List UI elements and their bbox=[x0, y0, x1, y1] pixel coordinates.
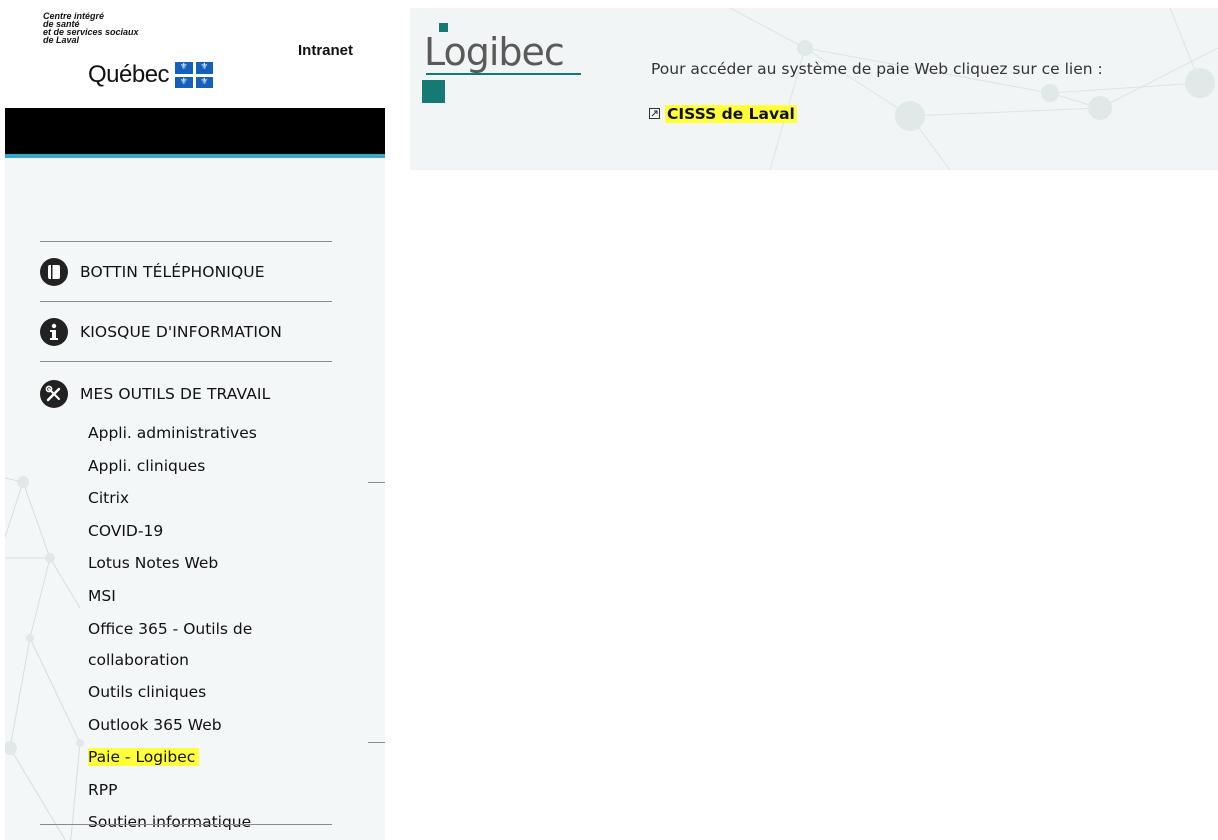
intranet-label: Intranet bbox=[298, 42, 354, 59]
logibec-banner: Logibec Pour accéder au système de paie … bbox=[410, 8, 1218, 170]
quebec-signature: Québec ⚜ ⚜ ⚜ ⚜ bbox=[88, 58, 214, 92]
tools-submenu: Appli. administratives Appli. cliniques … bbox=[88, 417, 332, 839]
menu-item-label: BOTTIN TÉLÉPHONIQUE bbox=[80, 262, 265, 281]
submenu-item[interactable]: Outlook 365 Web bbox=[88, 709, 332, 742]
tools-icon bbox=[40, 380, 68, 408]
submenu-item[interactable]: Lotus Notes Web bbox=[88, 547, 332, 580]
submenu-item-active[interactable]: Paie - Logibec bbox=[88, 741, 332, 774]
logo-square bbox=[422, 80, 445, 103]
link-label: CISSS de Laval bbox=[665, 105, 797, 123]
menu-item-kiosque[interactable]: KIOSQUE D'INFORMATION bbox=[40, 302, 332, 361]
logo-underline bbox=[426, 73, 581, 75]
cisss-laval-logo[interactable]: Centre intégré de santé et de services s… bbox=[0, 0, 385, 108]
menu-item-bottin[interactable]: BOTTIN TÉLÉPHONIQUE bbox=[40, 242, 332, 301]
submenu-item[interactable]: Office 365 - Outils de collaboration bbox=[88, 612, 288, 676]
menu-item-label: MES OUTILS DE TRAVAIL bbox=[80, 385, 271, 403]
logibec-wordmark: Logibec bbox=[424, 30, 565, 74]
quebec-wordmark: Québec bbox=[88, 61, 170, 88]
quebec-flag-icon: ⚜ ⚜ ⚜ ⚜ bbox=[175, 62, 214, 88]
page: Centre intégré de santé et de services s… bbox=[0, 0, 1218, 840]
logibec-logo[interactable]: Logibec bbox=[417, 20, 587, 103]
book-icon bbox=[40, 257, 68, 286]
payroll-instruction-text: Pour accéder au système de paie Web cliq… bbox=[651, 60, 1103, 78]
submenu-item[interactable]: Soutien informatique bbox=[88, 806, 332, 839]
submenu-item[interactable]: Citrix bbox=[88, 482, 332, 515]
sidebar: Centre intégré de santé et de services s… bbox=[0, 0, 385, 840]
menu-divider bbox=[40, 824, 332, 825]
org-line: de Laval bbox=[43, 35, 80, 45]
panel-edge-tick bbox=[368, 742, 385, 743]
submenu-item[interactable]: RPP bbox=[88, 774, 332, 807]
submenu-item[interactable]: Appli. administratives bbox=[88, 417, 332, 450]
top-bar bbox=[5, 108, 385, 154]
panel-edge-tick bbox=[368, 482, 385, 483]
main-menu: BOTTIN TÉLÉPHONIQUE KIOSQUE D'INFORMATIO… bbox=[40, 241, 332, 839]
info-icon bbox=[40, 317, 68, 346]
menu-item-label: KIOSQUE D'INFORMATION bbox=[80, 322, 282, 341]
external-link-icon bbox=[649, 108, 661, 120]
organization-name: Centre intégré de santé et de services s… bbox=[43, 12, 203, 45]
submenu-item[interactable]: Appli. cliniques bbox=[88, 450, 332, 483]
submenu-item[interactable]: COVID-19 bbox=[88, 515, 332, 548]
submenu-item[interactable]: MSI bbox=[88, 580, 332, 613]
highlighted-label: Paie - Logibec bbox=[88, 748, 200, 766]
cisss-laval-link[interactable]: CISSS de Laval bbox=[649, 105, 797, 123]
submenu-item[interactable]: Outils cliniques bbox=[88, 676, 332, 709]
